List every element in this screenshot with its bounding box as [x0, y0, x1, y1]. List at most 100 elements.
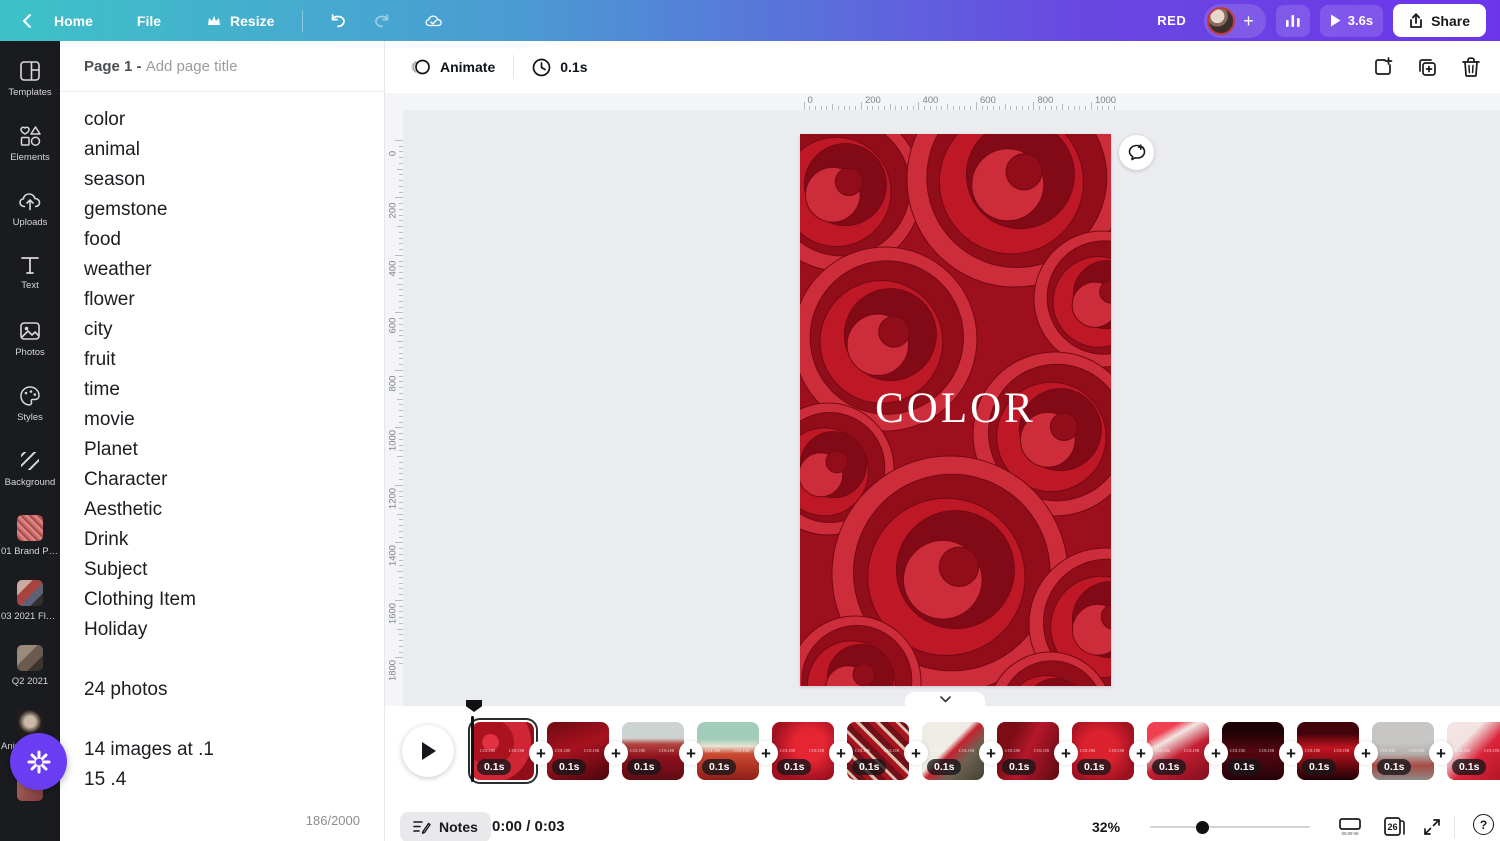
- add-page-button[interactable]: [1368, 52, 1398, 82]
- sidebar-item-background[interactable]: Background: [0, 450, 60, 488]
- note-line: flower: [84, 285, 374, 315]
- add-clip-button[interactable]: +: [679, 741, 703, 765]
- clip-duration-badge[interactable]: 0.1s: [777, 759, 811, 775]
- page-timing-button[interactable]: 0.1s: [522, 50, 597, 85]
- add-member-button[interactable]: +: [1243, 12, 1254, 30]
- clip-duration-badge[interactable]: 0.1s: [1227, 759, 1261, 775]
- timeline-clip-13[interactable]: COLORCOLOR0.1s: [1372, 722, 1434, 780]
- add-clip-button[interactable]: +: [979, 741, 1003, 765]
- redo-icon[interactable]: [373, 12, 391, 30]
- clip-duration-badge[interactable]: 0.1s: [477, 759, 511, 775]
- add-clip-button[interactable]: +: [904, 741, 928, 765]
- clip-duration-badge[interactable]: 0.1s: [1152, 759, 1186, 775]
- add-clip-button[interactable]: +: [1354, 741, 1378, 765]
- avatar[interactable]: [1207, 7, 1235, 35]
- clip-micro-text: COLOR: [509, 748, 525, 753]
- sparkle-icon: [26, 749, 52, 775]
- grid-view-button[interactable]: [1337, 814, 1363, 840]
- page-text-color[interactable]: COLOR: [800, 384, 1111, 433]
- note-line: 14 images at .1: [84, 735, 374, 765]
- clip-duration-badge[interactable]: 0.1s: [702, 759, 736, 775]
- note-line: [84, 645, 374, 675]
- animate-button[interactable]: Animate: [399, 50, 505, 84]
- add-clip-button[interactable]: +: [1429, 741, 1453, 765]
- back-icon[interactable]: [18, 12, 36, 30]
- clip-duration-badge[interactable]: 0.1s: [1377, 759, 1411, 775]
- clip-duration-badge[interactable]: 0.1s: [1452, 759, 1486, 775]
- share-button[interactable]: Share: [1393, 4, 1486, 37]
- clip-duration-badge[interactable]: 0.1s: [1077, 759, 1111, 775]
- timeline-clip-3[interactable]: COLORCOLOR0.1s: [622, 722, 684, 780]
- add-clip-button[interactable]: +: [1279, 741, 1303, 765]
- resize-button[interactable]: Resize: [193, 6, 286, 36]
- timeline-clip-1[interactable]: COLORCOLOR0.1s: [472, 722, 534, 780]
- zoom-slider-thumb[interactable]: [1196, 821, 1209, 834]
- timeline-clip-4[interactable]: COLORCOLOR0.1s: [697, 722, 759, 780]
- timeline-clip-12[interactable]: COLORCOLOR0.1s: [1297, 722, 1359, 780]
- sidebar-item-photos[interactable]: Photos: [0, 320, 60, 358]
- timeline-clip-10[interactable]: COLORCOLOR0.1s: [1147, 722, 1209, 780]
- timeline-clip-7[interactable]: COLORCOLOR0.1s: [922, 722, 984, 780]
- help-button[interactable]: ?: [1473, 814, 1494, 835]
- home-button[interactable]: Home: [42, 7, 105, 35]
- duplicate-page-button[interactable]: [1412, 52, 1442, 82]
- timeline-play-button[interactable]: [402, 725, 454, 777]
- add-clip-button[interactable]: +: [1129, 741, 1153, 765]
- timeline-clip-2[interactable]: COLOR COLOR 0.1s: [547, 722, 609, 780]
- undo-icon[interactable]: [329, 12, 347, 30]
- add-clip-button[interactable]: +: [754, 741, 778, 765]
- playhead-line[interactable]: [471, 716, 474, 782]
- animate-label: Animate: [440, 59, 495, 75]
- clip-micro-text: COLOR: [555, 748, 571, 753]
- timeline-clip-8[interactable]: COLORCOLOR0.1s: [997, 722, 1059, 780]
- add-clip-button[interactable]: +: [1054, 741, 1078, 765]
- sidebar-project-3[interactable]: Q2 2021: [0, 645, 60, 687]
- sidebar-item-styles[interactable]: Styles: [0, 385, 60, 423]
- sidebar-item-uploads[interactable]: Uploads: [0, 190, 60, 228]
- timeline-clip-9[interactable]: COLORCOLOR0.1s: [1072, 722, 1134, 780]
- timeline-clip-14[interactable]: COLORCOLOR0.1s: [1447, 722, 1500, 780]
- status-bar: Notes 0:00 / 0:03 32% 26 ?: [385, 812, 1500, 841]
- account-pill: +: [1204, 4, 1266, 38]
- clip-micro-text: COLOR: [584, 748, 600, 753]
- insights-button[interactable]: [1276, 5, 1310, 37]
- clip-micro-text: COLOR: [1155, 748, 1171, 753]
- design-page[interactable]: COLOR: [800, 134, 1111, 686]
- project-name[interactable]: RED: [1157, 13, 1186, 28]
- file-button[interactable]: File: [125, 7, 173, 35]
- sidebar-project-2[interactable]: 03 2021 Flat...: [0, 580, 60, 622]
- zoom-level[interactable]: 32%: [1092, 819, 1120, 835]
- clip-duration-badge[interactable]: 0.1s: [852, 759, 886, 775]
- add-clip-button[interactable]: +: [1204, 741, 1228, 765]
- delete-page-button[interactable]: [1456, 52, 1486, 82]
- add-clip-button[interactable]: +: [529, 741, 553, 765]
- fullscreen-button[interactable]: [1419, 814, 1445, 840]
- notes-editor[interactable]: coloranimalseasongemstonefoodweatherflow…: [60, 92, 384, 795]
- collapse-timeline-tab[interactable]: [905, 692, 985, 707]
- add-clip-button[interactable]: +: [829, 741, 853, 765]
- sidebar-project-1[interactable]: 01 Brand Pa...: [0, 515, 60, 557]
- pages-button[interactable]: 26: [1381, 814, 1407, 840]
- clip-duration-badge[interactable]: 0.1s: [927, 759, 961, 775]
- note-line: Drink: [84, 525, 374, 555]
- notes-toggle-button[interactable]: Notes: [400, 812, 491, 841]
- sidebar-item-elements[interactable]: Elements: [0, 125, 60, 163]
- clip-duration-badge[interactable]: 0.1s: [1002, 759, 1036, 775]
- notes-toggle-label: Notes: [439, 819, 478, 835]
- timeline-clip-11[interactable]: COLORCOLOR0.1s: [1222, 722, 1284, 780]
- sidebar-item-text[interactable]: Text: [0, 255, 60, 291]
- preview-play-button[interactable]: 3.6s: [1320, 5, 1383, 37]
- timeline-clip-6[interactable]: COLORCOLOR0.1s: [847, 722, 909, 780]
- magic-assistant-button[interactable]: [10, 733, 67, 790]
- clip-duration-badge[interactable]: 0.1s: [552, 759, 586, 775]
- clip-duration-badge[interactable]: 0.1s: [1302, 759, 1336, 775]
- clip-duration-badge[interactable]: 0.1s: [627, 759, 661, 775]
- zoom-slider[interactable]: [1150, 826, 1310, 828]
- add-clip-button[interactable]: +: [604, 741, 628, 765]
- sidebar-label: Uploads: [13, 217, 48, 228]
- page-title-field[interactable]: Page 1 - Add page title: [60, 41, 384, 92]
- timeline-clip-5[interactable]: COLORCOLOR0.1s: [772, 722, 834, 780]
- add-comment-button[interactable]: [1119, 135, 1154, 170]
- sidebar-item-templates[interactable]: Templates: [0, 60, 60, 98]
- divider: [302, 10, 303, 32]
